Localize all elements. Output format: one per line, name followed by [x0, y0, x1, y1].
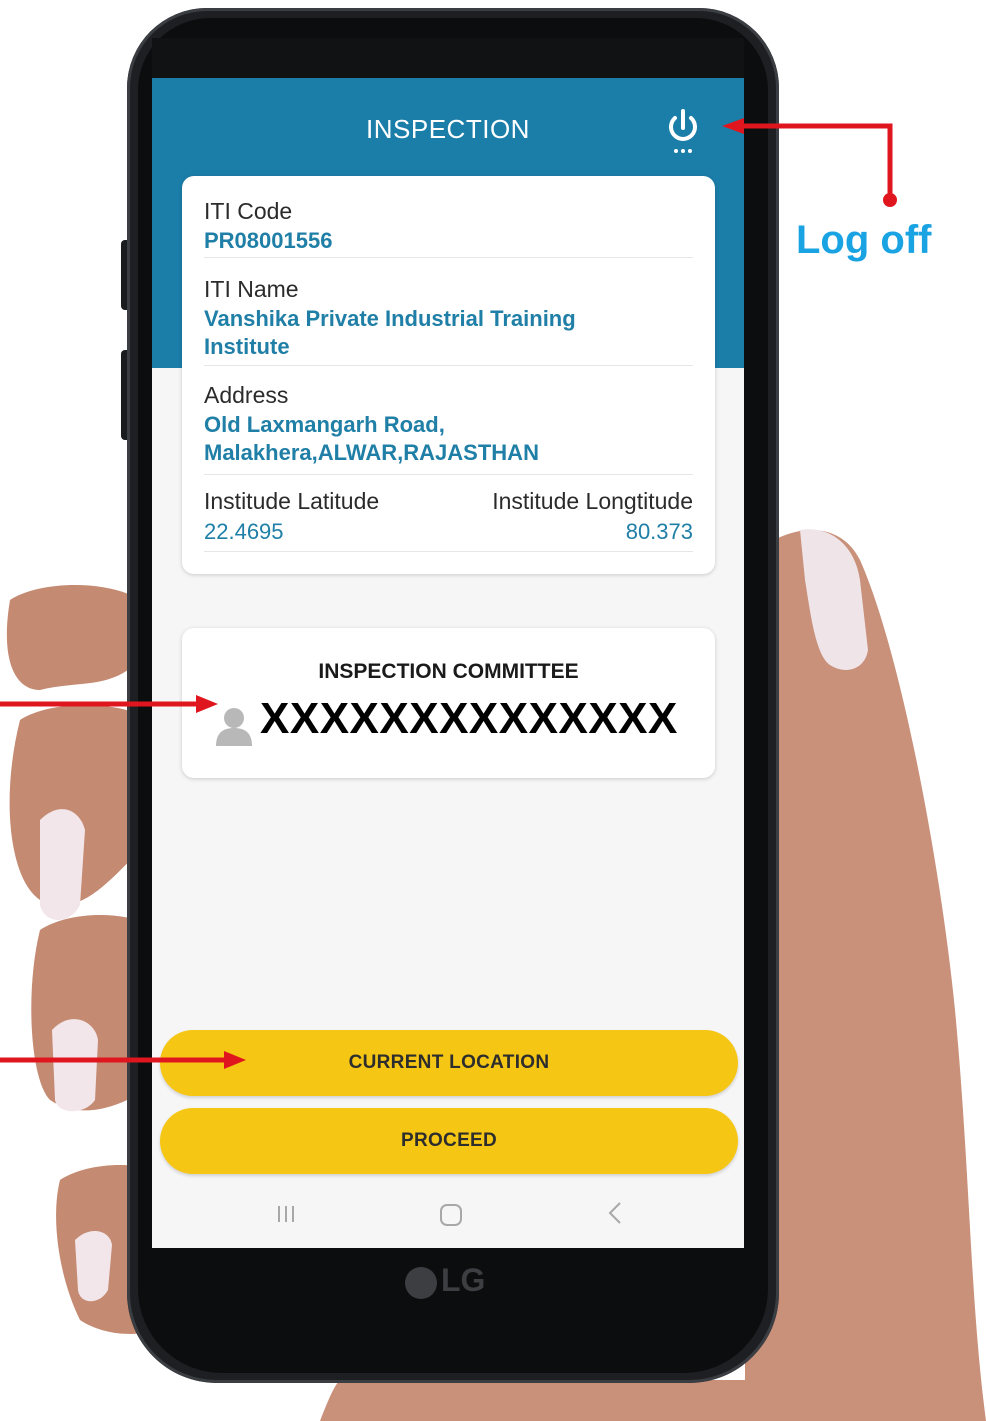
- longitude-value: 80.373: [625, 519, 693, 544]
- iti-name-value: Vanshika Private Industrial Training Ins…: [204, 306, 576, 359]
- iti-code-field: ITI Code PR08001556: [204, 198, 693, 258]
- nav-recent-icon[interactable]: [276, 1204, 296, 1224]
- iti-info-card: ITI Code PR08001556 ITI Name Vanshika Pr…: [182, 176, 715, 574]
- committee-arrow: [0, 695, 218, 713]
- status-bar: [152, 38, 744, 78]
- person-icon: [216, 708, 252, 746]
- app-screen: INSPECTION ITI Code PR08001556 ITI Name …: [152, 78, 744, 1248]
- committee-title: INSPECTION COMMITTEE: [318, 660, 579, 683]
- proceed-button[interactable]: PROCEED: [160, 1108, 738, 1174]
- nav-back-icon[interactable]: [604, 1200, 626, 1226]
- android-nav-bar: [152, 1182, 744, 1248]
- latitude-label: Institude Latitude: [204, 488, 380, 514]
- iti-code-value: PR08001556: [204, 228, 333, 253]
- stage: INSPECTION ITI Code PR08001556 ITI Name …: [0, 0, 986, 1421]
- location-arrow: [0, 1051, 246, 1069]
- address-field: Address Old Laxmangarh Road, Malakhera,A…: [204, 382, 693, 475]
- lg-logo-icon: [405, 1266, 437, 1299]
- address-label: Address: [204, 382, 289, 408]
- longitude-label: Institude Longtitude: [492, 488, 693, 514]
- brand-logo: LG: [405, 1262, 485, 1302]
- inspection-committee-card: INSPECTION COMMITTEE XXXXXXXXXXXXXX: [182, 628, 715, 778]
- page-title: INSPECTION: [366, 114, 530, 144]
- iti-name-label: ITI Name: [204, 276, 299, 302]
- nav-home-icon[interactable]: [440, 1204, 462, 1226]
- iti-code-label: ITI Code: [204, 198, 293, 224]
- address-value: Old Laxmangarh Road, Malakhera,ALWAR,RAJ…: [204, 412, 539, 465]
- coordinates-field: Institude Latitude Institude Longtitude …: [204, 488, 693, 552]
- logoff-arrow: [722, 118, 897, 207]
- brand-text: LG: [441, 1262, 486, 1298]
- iti-name-field: ITI Name Vanshika Private Industrial Tra…: [204, 276, 693, 366]
- logoff-annotation: Log off: [796, 218, 932, 262]
- power-icon[interactable]: [665, 108, 701, 156]
- latitude-value: 22.4695: [204, 519, 284, 544]
- committee-member-name: XXXXXXXXXXXXXX: [260, 694, 678, 743]
